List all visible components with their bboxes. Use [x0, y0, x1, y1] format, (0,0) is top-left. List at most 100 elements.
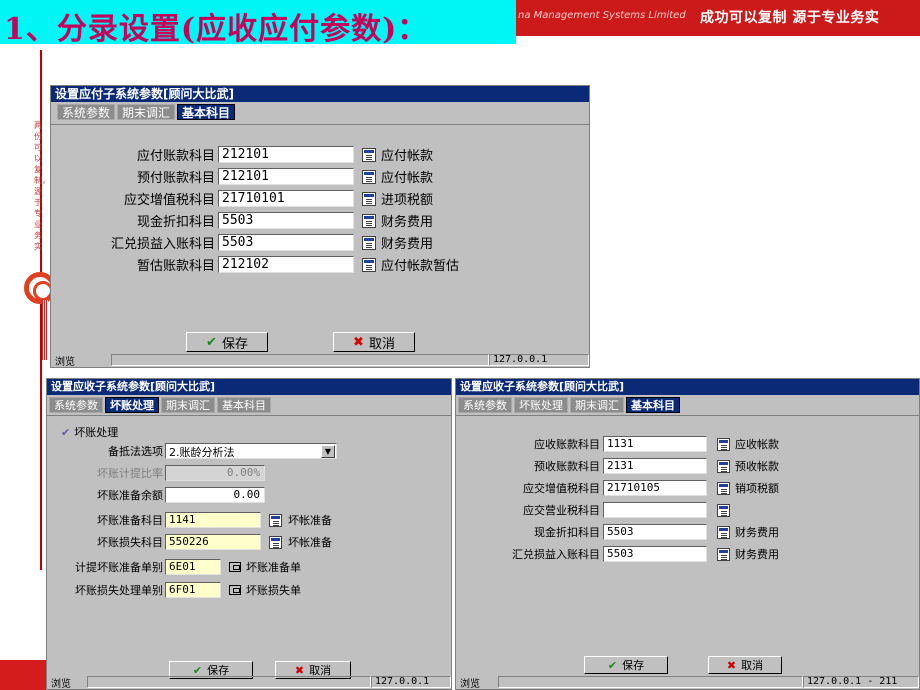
account-code-input[interactable]: 212101: [218, 146, 354, 163]
status-bar: 浏览 127.0.0.1: [51, 353, 589, 368]
account-lookup-icon[interactable]: [717, 481, 730, 495]
ar-accounts-dialog: 设置应收子系统参数[顾问大比武] 系统参数 坏账处理 期末调汇 基本科目 应收账…: [455, 378, 920, 690]
account-name: 销项税额: [735, 482, 779, 495]
reserve-account-input[interactable]: 1141: [165, 512, 261, 528]
account-code-input[interactable]: 1131: [603, 436, 707, 452]
cancel-button[interactable]: ✖ 取消: [333, 332, 415, 352]
tab-system-params[interactable]: 系统参数: [57, 104, 116, 120]
account-field-label: 现金折扣科目: [136, 215, 215, 230]
reserve-doc-row: 计提坏账准备单别 6E01 坏账准备单: [47, 559, 301, 575]
tab-system-params[interactable]: 系统参数: [49, 397, 103, 413]
account-field-row: 预收账款科目 2131 预收帐款: [456, 458, 779, 474]
cancel-button[interactable]: ✖ 取消: [708, 656, 782, 674]
status-field: [87, 676, 371, 688]
account-lookup-icon[interactable]: [269, 513, 282, 527]
balance-input[interactable]: 0.00: [165, 487, 265, 503]
cancel-label: 取消: [741, 659, 764, 672]
account-field-row: 应付账款科目 212101 应付帐款: [51, 145, 433, 164]
account-lookup-icon[interactable]: [362, 213, 376, 228]
account-code-input[interactable]: 21710105: [603, 480, 707, 496]
tab-strip: 系统参数 坏账处理 期末调汇 基本科目: [456, 395, 919, 415]
tab-strip: 系统参数 期末调汇 基本科目: [51, 102, 589, 122]
doc-type-icon[interactable]: [229, 562, 241, 572]
tab-bad-debt[interactable]: 坏账处理: [105, 397, 159, 413]
save-button[interactable]: ✔ 保存: [186, 332, 268, 352]
account-name: 预收帐款: [735, 460, 779, 473]
loss-doc-input[interactable]: 6F01: [165, 582, 221, 598]
account-field-row: 预付账款科目 212101 应付帐款: [51, 167, 433, 186]
status-host: 127.0.0.1: [371, 676, 451, 688]
balance-row: 坏账准备余额 0.00: [47, 487, 265, 503]
account-field-row: 暂估账款科目 212102 应付帐款暂估: [51, 255, 459, 274]
tab-basic-accounts[interactable]: 基本科目: [177, 104, 236, 120]
account-code-input[interactable]: [603, 502, 707, 518]
account-field-label: 应交增值税科目: [123, 193, 215, 208]
account-code-input[interactable]: 212102: [218, 256, 354, 273]
tab-period-end[interactable]: 期末调汇: [570, 397, 624, 413]
account-field-label: 汇兑损益入账科目: [110, 237, 215, 252]
dialog-body: 应付账款科目 212101 应付帐款 预付账款科目 212101 应付帐款 应交增值税科目 2…: [51, 124, 589, 353]
tab-period-end[interactable]: 期末调汇: [117, 104, 176, 120]
account-code-input[interactable]: 21710101: [218, 190, 354, 207]
tab-bad-debt[interactable]: 坏账处理: [514, 397, 568, 413]
tab-system-params[interactable]: 系统参数: [458, 397, 512, 413]
ap-parameters-dialog: 设置应付子系统参数[顾问大比武] 系统参数 期末调汇 基本科目 应付账款科目 21…: [50, 85, 590, 368]
account-lookup-icon[interactable]: [362, 235, 376, 250]
reserve-doc-input[interactable]: 6E01: [165, 559, 221, 575]
status-host: 127.0.0.1 - 211: [803, 676, 919, 688]
account-lookup-icon[interactable]: [717, 503, 730, 517]
account-lookup-icon[interactable]: [362, 169, 376, 184]
save-label: 保存: [622, 659, 645, 672]
tab-basic-accounts[interactable]: 基本科目: [626, 397, 680, 413]
loss-account-row: 坏账损失科目 550226 坏帐准备: [47, 534, 332, 550]
checkmark-icon: ✔: [206, 334, 217, 350]
account-field-label: 预付账款科目: [136, 171, 215, 186]
account-field-row: 应收账款科目 1131 应收帐款: [456, 436, 779, 452]
left-vertical-slogan: 两份可以复制，源于专业务实: [34, 121, 50, 251]
cancel-label: 取消: [368, 336, 395, 352]
balance-label: 坏账准备余额: [97, 489, 163, 502]
account-lookup-icon[interactable]: [717, 437, 730, 451]
doc-type-icon[interactable]: [229, 585, 241, 595]
account-field-row: 应交增值税科目 21710101 进项税额: [51, 189, 433, 208]
account-code-input[interactable]: 5503: [603, 524, 707, 540]
account-name: 应付帐款暂估: [381, 259, 460, 274]
method-select[interactable]: 2.账龄分析法 ▼: [165, 443, 337, 459]
status-host: 127.0.0.1: [489, 354, 589, 366]
account-code-input[interactable]: 5503: [603, 546, 707, 562]
account-lookup-icon[interactable]: [362, 257, 376, 272]
account-lookup-icon[interactable]: [362, 147, 376, 162]
account-lookup-icon[interactable]: [269, 535, 282, 549]
account-lookup-icon[interactable]: [717, 547, 730, 561]
tab-basic-accounts[interactable]: 基本科目: [217, 397, 271, 413]
chevron-down-icon[interactable]: ▼: [321, 445, 335, 458]
reserve-account-row: 坏账准备科目 1141 坏帐准备: [47, 512, 332, 528]
loss-account-label: 坏账损失科目: [97, 536, 163, 549]
method-label: 备抵法选项: [108, 445, 163, 458]
account-name: 应付帐款: [381, 149, 434, 164]
account-code-input[interactable]: 5503: [218, 234, 354, 251]
loss-account-input[interactable]: 550226: [165, 534, 261, 550]
company-banner: na Management Systems Limited 成功可以复制 源于专…: [516, 0, 920, 36]
reserve-doc-name: 坏账准备单: [246, 561, 301, 574]
loss-doc-label: 坏账损失处理单别: [75, 584, 163, 597]
account-code-input[interactable]: 2131: [603, 458, 707, 474]
bad-debt-checkbox[interactable]: ✔ 坏账处理: [61, 424, 118, 440]
account-code-input[interactable]: 5503: [218, 212, 354, 229]
account-lookup-icon[interactable]: [362, 191, 376, 206]
account-code-input[interactable]: 212101: [218, 168, 354, 185]
account-field-label: 应付账款科目: [136, 149, 215, 164]
cross-icon: ✖: [726, 658, 737, 672]
save-button[interactable]: ✔ 保存: [584, 656, 668, 674]
account-lookup-icon[interactable]: [717, 459, 730, 473]
loss-account-name: 坏帐准备: [288, 536, 332, 549]
status-mode: 浏览: [55, 356, 75, 368]
rate-label: 坏账计提比率: [97, 467, 163, 480]
rate-input[interactable]: 0.00%: [165, 465, 265, 481]
tab-period-end[interactable]: 期末调汇: [161, 397, 215, 413]
account-lookup-icon[interactable]: [717, 525, 730, 539]
status-mode: 浏览: [460, 678, 480, 690]
status-mode: 浏览: [51, 678, 71, 690]
reserve-account-name: 坏帐准备: [288, 514, 332, 527]
account-field-row: 汇兑损益入账科目 5503 财务费用: [51, 233, 433, 252]
